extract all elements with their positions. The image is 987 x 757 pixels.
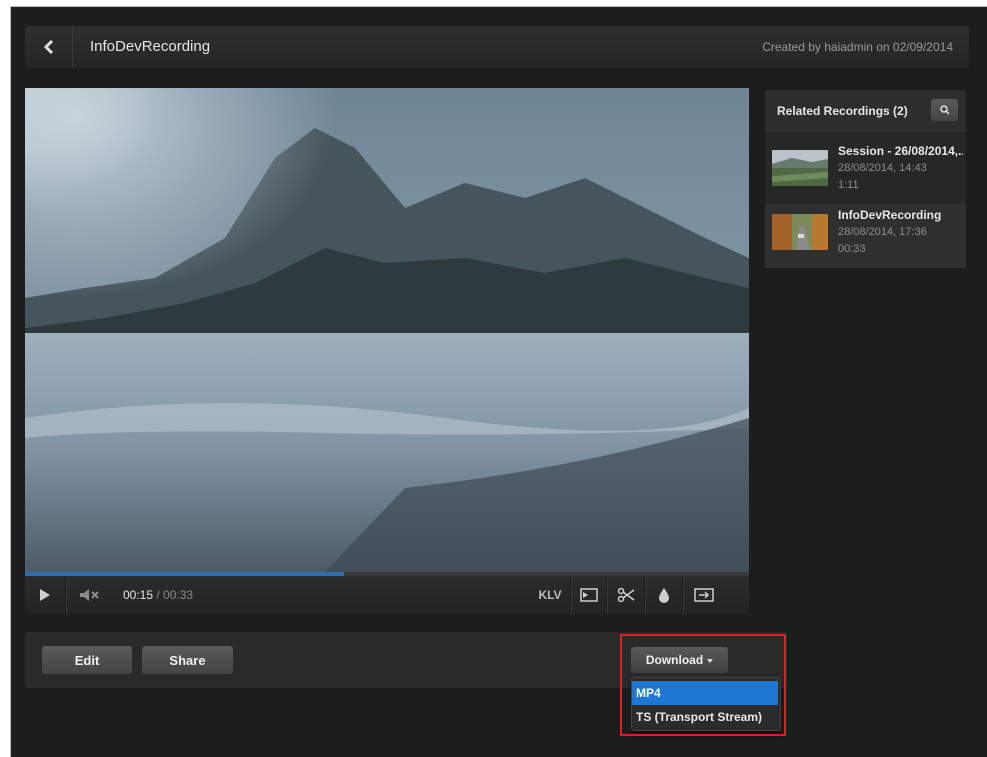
player-controls: 00:15 / 00:33 KLV — [25, 576, 749, 614]
back-button[interactable] — [25, 26, 73, 68]
related-recordings-panel: Related Recordings (2) Session - 26/08/2… — [765, 90, 966, 268]
clip-button[interactable] — [606, 576, 644, 614]
klv-button[interactable]: KLV — [530, 576, 570, 614]
related-header: Related Recordings (2) — [765, 90, 966, 132]
mute-icon — [79, 589, 99, 601]
exit-icon — [693, 588, 714, 602]
drop-icon — [658, 588, 669, 603]
play-button[interactable] — [25, 576, 65, 614]
recording-date: 28/08/2014, 14:43 — [838, 162, 927, 174]
video-frame-image — [25, 88, 749, 572]
recording-thumbnail — [772, 150, 828, 186]
recording-thumbnail — [772, 214, 828, 250]
play-icon — [40, 589, 50, 601]
fullscreen-button[interactable] — [682, 576, 724, 614]
recording-date: 28/08/2014, 17:36 — [838, 226, 927, 238]
total-duration: 00:33 — [163, 588, 194, 602]
current-time: 00:15 — [123, 588, 154, 602]
chevron-left-icon — [43, 40, 53, 54]
mute-button[interactable] — [65, 576, 113, 614]
recording-title: Session - 26/08/2014,... — [838, 144, 963, 158]
edit-button[interactable]: Edit — [42, 646, 132, 674]
scissors-icon — [617, 588, 634, 602]
page-title: InfoDevRecording — [90, 38, 211, 55]
time-separator: / — [153, 588, 164, 602]
list-item[interactable]: InfoDevRecording 28/08/2014, 17:36 00:33 — [765, 204, 966, 268]
recording-duration: 00:33 — [838, 243, 866, 255]
highlight-box — [620, 634, 786, 736]
time-display: 00:15 / 00:33 — [123, 588, 193, 602]
related-title: Related Recordings (2) — [777, 104, 908, 118]
search-button[interactable] — [931, 99, 958, 121]
color-button[interactable] — [644, 576, 682, 614]
search-icon — [939, 105, 950, 115]
video-viewport[interactable] — [25, 88, 749, 572]
created-info: Created by haiadmin on 02/09/2014 — [762, 40, 953, 54]
recording-title: InfoDevRecording — [838, 208, 942, 222]
snapshot-icon — [579, 588, 598, 602]
share-button[interactable]: Share — [142, 646, 233, 674]
recording-duration: 1:11 — [838, 179, 859, 191]
header-bar: InfoDevRecording Created by haiadmin on … — [25, 26, 969, 68]
list-item[interactable]: Session - 26/08/2014,... 28/08/2014, 14:… — [765, 140, 966, 204]
snapshot-button[interactable] — [570, 576, 606, 614]
